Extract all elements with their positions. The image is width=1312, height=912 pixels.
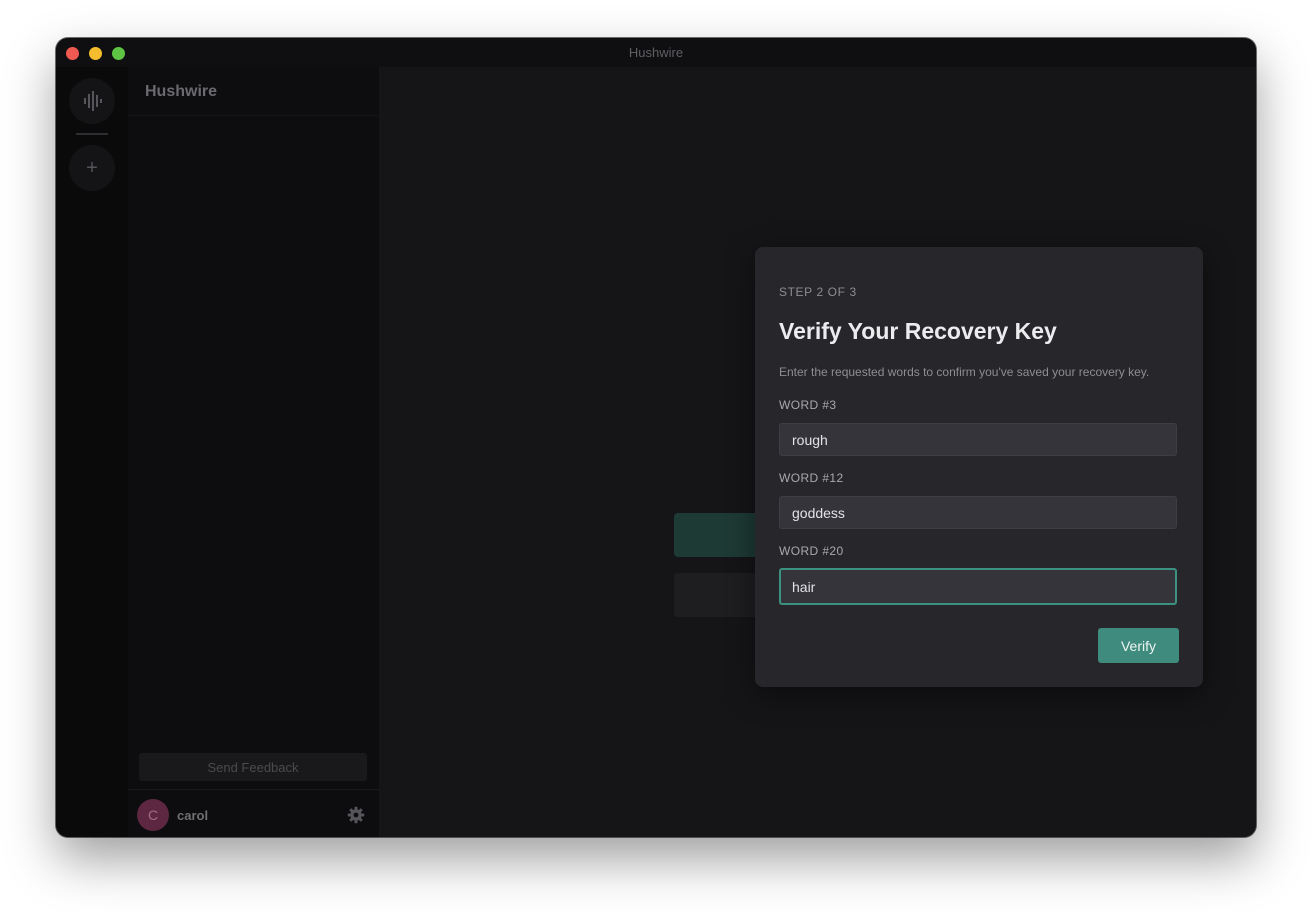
app-window: Hushwire + Hushwire Send Feedback C caro…: [56, 38, 1256, 837]
add-server-button[interactable]: +: [69, 145, 115, 191]
modal-title: Verify Your Recovery Key: [779, 318, 1057, 344]
word-20-input[interactable]: [779, 568, 1177, 605]
sidebar-title: Hushwire: [145, 83, 218, 100]
word-12-input[interactable]: [779, 496, 1177, 529]
username: carol: [177, 808, 209, 823]
server-rail: +: [56, 67, 128, 837]
modal-description: Enter the requested words to confirm you…: [779, 365, 1150, 379]
user-panel: C carol: [128, 789, 379, 837]
home-server-button[interactable]: [69, 78, 115, 124]
send-feedback-button[interactable]: Send Feedback: [139, 753, 367, 781]
waveform-icon: [84, 91, 102, 111]
step-indicator: STEP 2 OF 3: [779, 285, 857, 299]
recovery-key-modal: STEP 2 OF 3 Verify Your Recovery Key Ent…: [755, 247, 1203, 687]
word-12-label: WORD #12: [779, 471, 844, 485]
gear-icon[interactable]: [347, 806, 365, 824]
word-3-label: WORD #3: [779, 398, 837, 412]
avatar[interactable]: C: [137, 799, 169, 831]
main-content: ity ions ypted. e community with ples. m…: [379, 67, 1256, 837]
rail-separator: [76, 133, 108, 135]
sidebar-header: Hushwire: [128, 67, 379, 116]
word-20-label: WORD #20: [779, 544, 844, 558]
plus-icon: +: [86, 156, 98, 179]
verify-button[interactable]: Verify: [1098, 628, 1179, 663]
window-title: Hushwire: [628, 45, 684, 60]
word-3-input[interactable]: [779, 423, 1177, 456]
channel-sidebar: Hushwire Send Feedback C carol: [128, 67, 379, 837]
title-bar: Hushwire: [56, 38, 1256, 67]
